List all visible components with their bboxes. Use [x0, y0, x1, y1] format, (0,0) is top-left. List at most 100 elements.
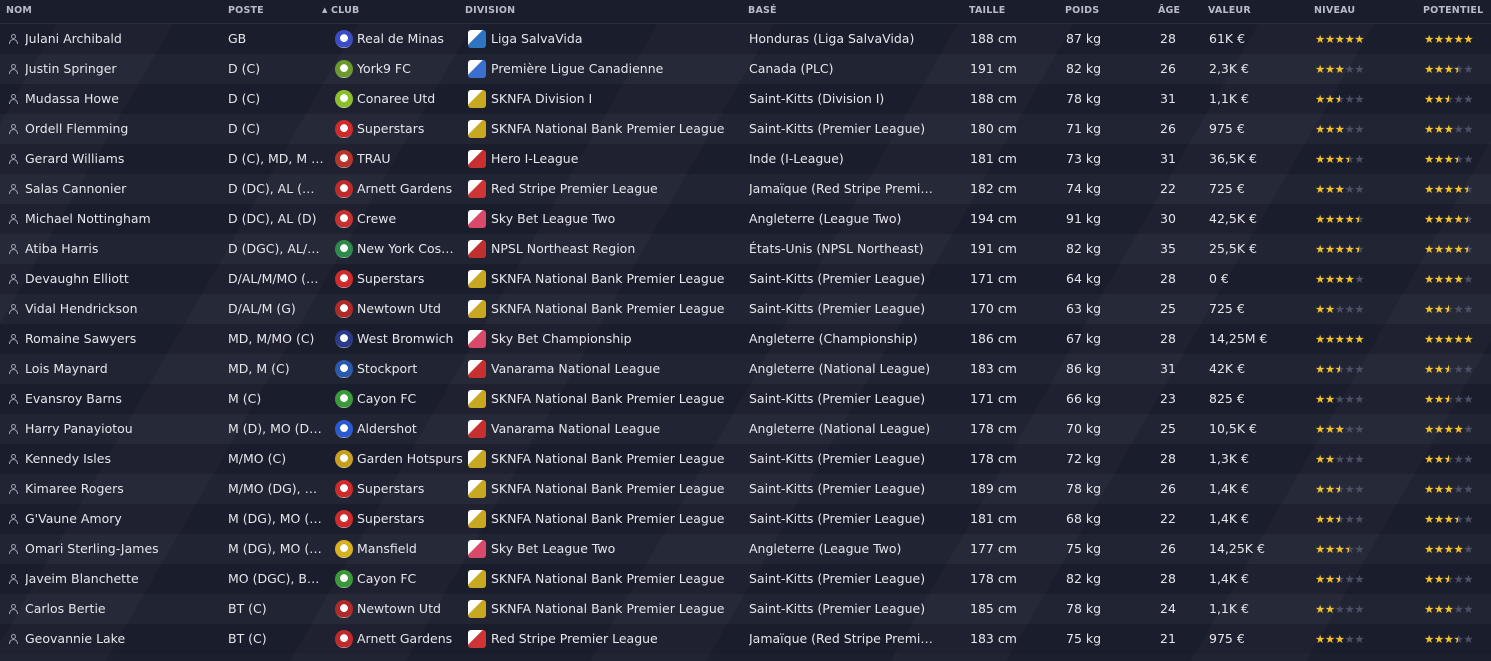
table-row[interactable]: Justin Springer D (C) York9 FC Première Lig…: [0, 54, 1491, 84]
table-row[interactable]: Carlos Bertie BT (C) Newtown Utd SKNFA Nati…: [0, 594, 1491, 624]
table-row[interactable]: Mudassa Howe D (C) Conaree Utd SKNFA Divisi…: [0, 84, 1491, 114]
division-name[interactable]: SKNFA National Bank Premier League: [491, 564, 743, 594]
player-name[interactable]: Javeim Blanchette: [25, 564, 220, 594]
club-name[interactable]: TRAU: [357, 144, 463, 174]
club-name[interactable]: New York Cosmos: [357, 234, 463, 264]
club-name[interactable]: Stockport: [357, 354, 463, 384]
col-header-based[interactable]: BASÉ: [748, 5, 777, 16]
division-name[interactable]: SKNFA National Bank Premier League: [491, 504, 743, 534]
club-name[interactable]: Crewe: [357, 204, 463, 234]
level-stars: ★★★★★★: [1315, 242, 1365, 256]
table-row[interactable]: Evansroy Barns M (C) Cayon FC SKNFA Nationa…: [0, 384, 1491, 414]
club-name[interactable]: Mansfield: [357, 534, 463, 564]
club-name[interactable]: Garden Hotspurs: [357, 444, 463, 474]
division-name[interactable]: Sky Bet Championship: [491, 324, 743, 354]
table-row[interactable]: Devaughn Elliott D/AL/M/MO (D... Superstar…: [0, 264, 1491, 294]
table-row[interactable]: Kennedy Isles M/MO (C) Garden Hotspurs SKNF…: [0, 444, 1491, 474]
table-row[interactable]: Romaine Sawyers MD, M/MO (C) West Bromwich…: [0, 324, 1491, 354]
col-header-division[interactable]: DIVISION: [465, 5, 515, 16]
division-name[interactable]: SKNFA National Bank Premier League: [491, 264, 743, 294]
col-header-position[interactable]: POSTE: [228, 5, 264, 16]
table-row[interactable]: Atiba Harris D (DGC), AL/M... New York Cos…: [0, 234, 1491, 264]
division-name[interactable]: Sky Bet League Two: [491, 204, 743, 234]
division-name[interactable]: Red Stripe Premier League: [491, 624, 743, 654]
col-header-height[interactable]: TAILLE: [969, 5, 1005, 16]
player-position: BT (C): [228, 631, 267, 646]
player-weight: 75 kg: [1066, 541, 1102, 556]
player-name[interactable]: Mudassa Howe: [25, 84, 220, 114]
col-header-potential[interactable]: POTENTIEL: [1423, 5, 1483, 16]
club-name[interactable]: York9 FC: [357, 54, 463, 84]
division-name[interactable]: SKNFA National Bank Premier League: [491, 384, 743, 414]
player-name[interactable]: Ordell Flemming: [25, 114, 220, 144]
player-name[interactable]: G'Vaune Amory: [25, 504, 220, 534]
table-row[interactable]: Lois Maynard MD, M (C) Stockport Vanarama N…: [0, 354, 1491, 384]
club-name[interactable]: Superstars: [357, 264, 463, 294]
club-name[interactable]: Newtown Utd: [357, 294, 463, 324]
division-name[interactable]: Vanarama National League: [491, 414, 743, 444]
table-row[interactable]: Omari Sterling-James M (DG), MO (G... Mans…: [0, 534, 1491, 564]
division-name[interactable]: SKNFA National Bank Premier League: [491, 594, 743, 624]
club-name[interactable]: Superstars: [357, 474, 463, 504]
player-name[interactable]: Atiba Harris: [25, 234, 220, 264]
player-name[interactable]: Harry Panayiotou: [25, 414, 220, 444]
division-name[interactable]: SKNFA National Bank Premier League: [491, 444, 743, 474]
col-header-age[interactable]: ÂGE: [1158, 5, 1180, 16]
division-name[interactable]: Sky Bet League Two: [491, 534, 743, 564]
player-name[interactable]: Devaughn Elliott: [25, 264, 220, 294]
division-name[interactable]: Vanarama National League: [491, 354, 743, 384]
division-name[interactable]: Liga SalvaVida: [491, 24, 743, 54]
club-name[interactable]: Cayon FC: [357, 564, 463, 594]
player-name[interactable]: Gerard Williams: [25, 144, 220, 174]
table-row[interactable]: Michael Nottingham D (DC), AL (D) Crewe Sky…: [0, 204, 1491, 234]
player-name[interactable]: Carlos Bertie: [25, 594, 220, 624]
club-name[interactable]: West Bromwich: [357, 324, 463, 354]
club-name[interactable]: Superstars: [357, 114, 463, 144]
player-name[interactable]: Lois Maynard: [25, 354, 220, 384]
table-row[interactable]: Ordell Flemming D (C) Superstars SKNFA Nati…: [0, 114, 1491, 144]
division-name[interactable]: SKNFA National Bank Premier League: [491, 114, 743, 144]
col-header-level[interactable]: NIVEAU: [1314, 5, 1355, 16]
player-icon: [9, 124, 18, 134]
club-name[interactable]: Newtown Utd: [357, 594, 463, 624]
club-name[interactable]: Aldershot: [357, 414, 463, 444]
table-row[interactable]: Vidal Hendrickson D/AL/M (G) Newtown Utd SK…: [0, 294, 1491, 324]
player-name[interactable]: Julani Archibald: [25, 24, 220, 54]
club-name[interactable]: Superstars: [357, 504, 463, 534]
club-name[interactable]: Cayon FC: [357, 384, 463, 414]
club-name[interactable]: Arnett Gardens: [357, 174, 463, 204]
table-row[interactable]: Julani Archibald GB Real de Minas Liga Salv…: [0, 24, 1491, 54]
club-crest-icon: [335, 450, 353, 468]
player-name[interactable]: Romaine Sawyers: [25, 324, 220, 354]
player-name[interactable]: Kennedy Isles: [25, 444, 220, 474]
club-name[interactable]: Arnett Gardens: [357, 624, 463, 654]
player-name[interactable]: Kimaree Rogers: [25, 474, 220, 504]
table-row[interactable]: Kimaree Rogers M/MO (DG), BT... Superstars…: [0, 474, 1491, 504]
col-header-value[interactable]: VALEUR: [1208, 5, 1251, 16]
club-name[interactable]: Real de Minas: [357, 24, 463, 54]
division-name[interactable]: SKNFA Division I: [491, 84, 743, 114]
club-name[interactable]: Conaree Utd: [357, 84, 463, 114]
col-header-club[interactable]: CLUB: [331, 5, 359, 16]
division-name[interactable]: Première Ligue Canadienne: [491, 54, 743, 84]
player-name[interactable]: Michael Nottingham: [25, 204, 220, 234]
table-row[interactable]: Harry Panayiotou M (D), MO (DC),... Alders…: [0, 414, 1491, 444]
player-name[interactable]: Justin Springer: [25, 54, 220, 84]
col-header-name[interactable]: NOM: [6, 5, 32, 16]
table-row[interactable]: Javeim Blanchette MO (DGC), BT (... Cayon …: [0, 564, 1491, 594]
division-name[interactable]: SKNFA National Bank Premier League: [491, 474, 743, 504]
table-row[interactable]: G'Vaune Amory M (DG), MO (D... Superstars S…: [0, 504, 1491, 534]
player-name[interactable]: Evansroy Barns: [25, 384, 220, 414]
player-name[interactable]: Omari Sterling-James: [25, 534, 220, 564]
table-row[interactable]: Salas Cannonier D (DC), AL (D),... Arnett …: [0, 174, 1491, 204]
player-name[interactable]: Geovannie Lake: [25, 624, 220, 654]
division-name[interactable]: Red Stripe Premier League: [491, 174, 743, 204]
col-header-weight[interactable]: POIDS: [1065, 5, 1099, 16]
division-name[interactable]: SKNFA National Bank Premier League: [491, 294, 743, 324]
player-name[interactable]: Salas Cannonier: [25, 174, 220, 204]
player-name[interactable]: Vidal Hendrickson: [25, 294, 220, 324]
division-name[interactable]: Hero I-League: [491, 144, 743, 174]
table-row[interactable]: Gerard Williams D (C), MD, M (C) TRAU Hero …: [0, 144, 1491, 174]
table-row[interactable]: Geovannie Lake BT (C) Arnett Gardens Red St…: [0, 624, 1491, 654]
division-name[interactable]: NPSL Northeast Region: [491, 234, 743, 264]
